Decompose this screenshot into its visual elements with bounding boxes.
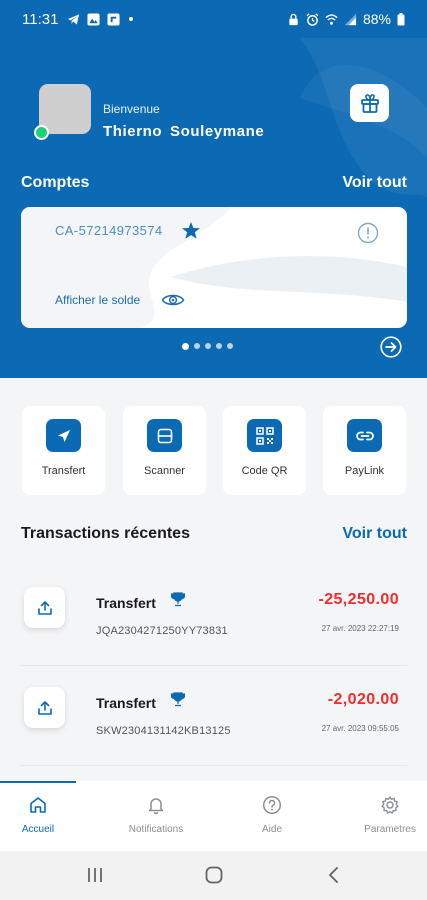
signal-icon xyxy=(344,13,357,25)
divider xyxy=(20,765,407,766)
action-label: Transfert xyxy=(41,465,86,477)
transaction-date: 27 avr. 2023 09:55:05 xyxy=(321,724,399,733)
scan-icon xyxy=(147,419,182,452)
help-icon xyxy=(262,795,282,815)
more-notifications-dot xyxy=(129,17,134,21)
quick-actions: Transfert Scanner Code QR PayLink xyxy=(22,406,408,496)
system-navigation-bar xyxy=(0,851,427,900)
battery-percent: 88% xyxy=(362,11,391,27)
online-status-dot xyxy=(34,125,49,140)
transaction-date: 27 avr. 2023 22:27:19 xyxy=(321,624,399,633)
accounts-title: Comptes xyxy=(21,174,90,191)
home-icon xyxy=(30,797,46,813)
transaction-amount: -25,250.00 xyxy=(318,591,399,608)
action-label: PayLink xyxy=(344,465,385,477)
info-icon[interactable] xyxy=(357,222,379,244)
transaction-row[interactable]: Transfert JQA2304271250YY73831 -25,250.0… xyxy=(0,567,427,667)
show-balance-link[interactable]: Afficher le solde xyxy=(55,293,140,307)
carousel-dot[interactable] xyxy=(227,343,233,349)
transaction-row[interactable]: Transfert SKW2304131142KB13125 -2,020.00… xyxy=(0,667,427,767)
account-card[interactable]: CA-57214973574 Afficher le solde xyxy=(21,207,407,328)
nav-notifications[interactable]: Notifications xyxy=(111,795,201,835)
transaction-reference: SKW2304131142KB13125 xyxy=(96,725,231,737)
transaction-type: Transfert xyxy=(96,695,156,711)
upload-icon xyxy=(24,587,65,628)
bottom-nav: Accueil Notifications Aide Parametres xyxy=(0,781,427,851)
gift-button[interactable] xyxy=(350,84,389,122)
carousel-dot[interactable] xyxy=(216,343,222,349)
trophy-icon xyxy=(171,592,185,607)
app-notification-icon xyxy=(107,12,120,26)
user-name: Thierno Souleymane xyxy=(103,123,265,140)
recent-apps-icon[interactable] xyxy=(86,865,104,885)
wifi-icon xyxy=(325,13,338,25)
nav-label: Accueil xyxy=(21,824,55,835)
favorite-star-icon[interactable] xyxy=(181,221,201,240)
header: Bienvenue Thierno Souleymane Comptes Voi… xyxy=(0,38,427,378)
carousel-dot[interactable] xyxy=(194,343,200,349)
transaction-amount: -2,020.00 xyxy=(327,691,399,708)
next-arrow-icon[interactable] xyxy=(380,336,402,358)
bell-icon xyxy=(148,798,164,815)
alarm-icon xyxy=(306,12,319,26)
nav-label: Aide xyxy=(261,824,282,835)
status-bar: 11:31 88% xyxy=(0,0,427,38)
lock-icon xyxy=(289,13,298,25)
gear-icon xyxy=(381,796,399,814)
see-all-transactions-link[interactable]: Voir tout xyxy=(342,525,407,543)
nav-settings[interactable]: Parametres xyxy=(345,795,427,835)
action-label: Code QR xyxy=(241,465,288,477)
carousel-dot[interactable] xyxy=(182,342,189,350)
qr-code-action[interactable]: Code QR xyxy=(223,406,306,495)
transactions-title: Transactions récentes xyxy=(21,525,190,542)
account-number: CA-57214973574 xyxy=(55,223,163,238)
nav-help[interactable]: Aide xyxy=(227,795,317,835)
nav-label: Parametres xyxy=(364,824,416,835)
carousel-dot[interactable] xyxy=(205,343,211,349)
home-button-icon[interactable] xyxy=(204,865,224,885)
telegram-icon xyxy=(68,13,80,25)
back-icon[interactable] xyxy=(325,865,343,885)
active-tab-indicator xyxy=(0,781,76,783)
send-icon xyxy=(46,419,81,452)
nav-label: Notifications xyxy=(128,824,184,835)
upload-icon xyxy=(24,687,65,728)
transaction-type: Transfert xyxy=(96,595,156,611)
nav-home[interactable]: Accueil xyxy=(0,795,83,835)
status-time: 11:31 xyxy=(22,10,59,28)
action-label: Scanner xyxy=(144,465,185,477)
transfer-action[interactable]: Transfert xyxy=(22,406,105,495)
divider xyxy=(20,665,407,666)
gallery-icon xyxy=(87,12,100,26)
see-all-accounts-link[interactable]: Voir tout xyxy=(342,174,407,192)
paylink-action[interactable]: PayLink xyxy=(323,406,406,495)
scanner-action[interactable]: Scanner xyxy=(123,406,206,495)
gift-icon xyxy=(360,94,379,113)
link-icon xyxy=(347,419,382,452)
welcome-text: Bienvenue xyxy=(103,102,160,116)
battery-icon xyxy=(397,12,405,25)
transaction-reference: JQA2304271250YY73831 xyxy=(96,625,228,637)
carousel-indicator xyxy=(182,342,233,350)
qr-code-icon xyxy=(247,419,282,452)
trophy-icon xyxy=(171,692,185,707)
eye-icon[interactable] xyxy=(161,292,185,308)
